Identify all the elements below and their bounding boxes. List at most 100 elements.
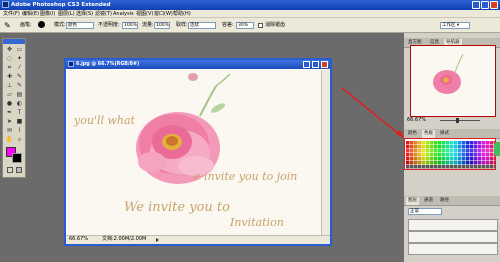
gradient-tool-icon[interactable]: ▤ (15, 91, 24, 99)
swatch-cell[interactable] (466, 157, 470, 161)
swatch-cell[interactable] (430, 141, 434, 145)
swatch-cell[interactable] (462, 141, 466, 145)
marquee-tool-icon[interactable]: ▭ (15, 46, 24, 54)
swatch-cell[interactable] (442, 145, 446, 149)
swatch-cell[interactable] (406, 145, 410, 149)
swatch-cell[interactable] (454, 149, 458, 153)
swatch-cell[interactable] (470, 157, 474, 161)
swatch-cell[interactable] (434, 145, 438, 149)
swatch-cell[interactable] (494, 157, 496, 161)
swatch-cell[interactable] (486, 165, 490, 169)
swatch-cell[interactable] (482, 149, 486, 153)
notes-tool-icon[interactable]: ✉ (5, 127, 14, 135)
swatch-cell[interactable] (458, 153, 462, 157)
swatch-cell[interactable] (494, 161, 496, 165)
swatch-cell[interactable] (410, 161, 414, 165)
swatch-cell[interactable] (470, 149, 474, 153)
swatch-cell[interactable] (490, 141, 494, 145)
navigator-thumbnail[interactable] (410, 45, 496, 117)
panel-collapse-knob[interactable] (494, 142, 500, 156)
mode-select[interactable]: 颜色 (66, 22, 94, 29)
tool-preset-icon[interactable]: ✎ (4, 21, 14, 30)
swatch-cell[interactable] (470, 161, 474, 165)
antialias-checkbox[interactable] (258, 23, 263, 28)
swatch-cell[interactable] (478, 157, 482, 161)
swatch-cell[interactable] (478, 161, 482, 165)
swatch-cell[interactable] (450, 145, 454, 149)
swatch-cell[interactable] (450, 149, 454, 153)
doc-maximize-button[interactable] (312, 61, 319, 68)
menu-image[interactable]: 图像(I) (40, 11, 55, 18)
swatch-cell[interactable] (406, 161, 410, 165)
document-zoom-field[interactable]: 66.67% (69, 236, 88, 243)
shape-tool-icon[interactable]: ■ (15, 118, 24, 126)
swatch-cell[interactable] (474, 141, 478, 145)
swatch-cell[interactable] (434, 165, 438, 169)
swatch-cell[interactable] (466, 145, 470, 149)
swatch-cell[interactable] (454, 153, 458, 157)
move-tool-icon[interactable]: ✥ (5, 46, 14, 54)
screen-mode-icon[interactable] (16, 167, 22, 173)
blur-tool-icon[interactable]: ● (5, 100, 14, 108)
swatch-cell[interactable] (458, 157, 462, 161)
swatch-cell[interactable] (466, 141, 470, 145)
swatch-cell[interactable] (418, 149, 422, 153)
swatch-cell[interactable] (422, 141, 426, 145)
tab-color[interactable]: 颜色 (406, 130, 419, 138)
swatch-cell[interactable] (438, 165, 442, 169)
eraser-tool-icon[interactable]: ▱ (5, 91, 14, 99)
swatch-cell[interactable] (446, 157, 450, 161)
swatch-cell[interactable] (474, 149, 478, 153)
healing-tool-icon[interactable]: ✚ (5, 73, 14, 81)
menu-analysis[interactable]: Analysis (113, 11, 134, 18)
doc-close-button[interactable] (321, 61, 328, 68)
swatch-cell[interactable] (422, 157, 426, 161)
swatch-cell[interactable] (438, 161, 442, 165)
swatch-cell[interactable] (450, 157, 454, 161)
swatch-cell[interactable] (454, 145, 458, 149)
swatch-cell[interactable] (426, 157, 430, 161)
swatch-cell[interactable] (454, 157, 458, 161)
tolerance-field[interactable]: 30% (236, 22, 254, 29)
swatch-cell[interactable] (462, 165, 466, 169)
swatch-cell[interactable] (458, 149, 462, 153)
quick-mask-icon[interactable] (7, 167, 13, 173)
swatch-cell[interactable] (486, 161, 490, 165)
swatch-cell[interactable] (470, 153, 474, 157)
menu-help[interactable]: 帮助(H) (173, 11, 191, 18)
swatch-cell[interactable] (450, 153, 454, 157)
swatch-cell[interactable] (486, 145, 490, 149)
swatch-cell[interactable] (418, 165, 422, 169)
swatch-cell[interactable] (462, 157, 466, 161)
swatch-cell[interactable] (490, 157, 494, 161)
swatch-cell[interactable] (422, 153, 426, 157)
swatch-cell[interactable] (470, 145, 474, 149)
tab-channels[interactable]: 通道 (422, 197, 435, 205)
pen-tool-icon[interactable]: ✒ (5, 109, 14, 117)
swatch-cell[interactable] (410, 141, 414, 145)
path-select-tool-icon[interactable]: ➤ (5, 118, 14, 126)
tab-paths[interactable]: 路径 (438, 197, 451, 205)
swatch-cell[interactable] (482, 157, 486, 161)
swatch-cell[interactable] (414, 153, 418, 157)
swatch-cell[interactable] (490, 161, 494, 165)
menu-filter[interactable]: 滤镜(T) (95, 11, 112, 18)
swatch-cell[interactable] (446, 141, 450, 145)
swatch-cell[interactable] (430, 145, 434, 149)
swatch-cell[interactable] (462, 161, 466, 165)
zoom-tool-icon[interactable]: ⌕ (15, 136, 24, 144)
swatch-cell[interactable] (410, 157, 414, 161)
layer-row[interactable] (408, 243, 498, 255)
swatch-cell[interactable] (414, 165, 418, 169)
stamp-tool-icon[interactable]: ⊥ (5, 82, 14, 90)
swatch-cell[interactable] (450, 161, 454, 165)
swatch-cell[interactable] (478, 145, 482, 149)
swatch-cell[interactable] (478, 141, 482, 145)
swatch-cell[interactable] (410, 149, 414, 153)
swatch-cell[interactable] (414, 141, 418, 145)
swatch-cell[interactable] (442, 149, 446, 153)
document-vertical-scrollbar[interactable] (321, 70, 330, 238)
swatch-cell[interactable] (434, 153, 438, 157)
swatch-cell[interactable] (438, 153, 442, 157)
swatch-cell[interactable] (430, 161, 434, 165)
